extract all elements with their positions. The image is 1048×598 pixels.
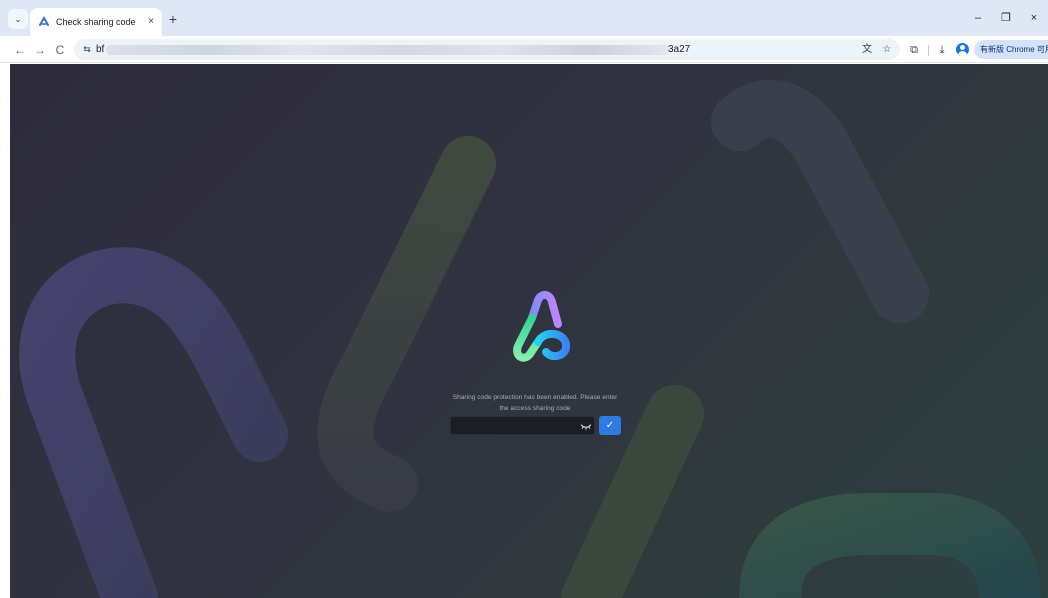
chevron-down-icon: ⌄ bbox=[14, 13, 22, 24]
page-content: Sharing code protection has been enabled… bbox=[10, 64, 1048, 598]
new-tab-button[interactable]: + bbox=[166, 12, 180, 26]
chrome-update-button[interactable]: 有新版 Chrome 可用 bbox=[974, 40, 1048, 59]
restore-button[interactable]: ❐ bbox=[992, 10, 1020, 26]
forward-button[interactable]: → bbox=[32, 42, 48, 58]
sharing-code-prompt: Sharing code protection has been enabled… bbox=[452, 394, 618, 412]
app-logo-icon bbox=[513, 291, 571, 362]
site-info-icon[interactable]: ⇆ bbox=[80, 43, 94, 56]
window-controls: – ❐ × bbox=[964, 10, 1048, 26]
tab-favicon-icon bbox=[39, 16, 49, 26]
translate-icon[interactable]: 文 bbox=[860, 43, 874, 56]
url-text-end: 3a27 bbox=[668, 44, 691, 55]
url-text-start: bf bbox=[96, 44, 105, 55]
browser-toolbar: ← → C ⇆ bf 3a27 文 ☆ ⧉ ⤓ 有新版 Chrome 可用 bbox=[0, 36, 1048, 63]
submit-code-button[interactable]: ✓ bbox=[599, 416, 621, 435]
star-icon[interactable]: ☆ bbox=[880, 43, 894, 56]
minimize-button[interactable]: – bbox=[964, 10, 992, 26]
address-bar[interactable]: ⇆ bf 3a27 文 ☆ bbox=[74, 39, 900, 60]
toolbar-divider bbox=[928, 45, 929, 56]
browser-tab[interactable]: Check sharing code × bbox=[30, 8, 162, 36]
url-redacted bbox=[106, 45, 670, 55]
reload-button[interactable]: C bbox=[52, 42, 68, 58]
tab-close-icon[interactable]: × bbox=[148, 17, 154, 27]
back-button[interactable]: ← bbox=[12, 42, 28, 58]
download-icon[interactable]: ⤓ bbox=[934, 42, 950, 58]
tab-search-button[interactable]: ⌄ bbox=[8, 9, 28, 29]
tab-strip: ⌄ Check sharing code × + – ❐ × bbox=[0, 0, 1048, 36]
close-window-button[interactable]: × bbox=[1020, 10, 1048, 26]
eye-closed-icon[interactable] bbox=[580, 420, 592, 432]
avatar-icon[interactable] bbox=[956, 43, 969, 56]
tab-title: Check sharing code bbox=[56, 17, 136, 27]
sharing-code-input[interactable] bbox=[450, 416, 595, 435]
puzzle-icon[interactable]: ⧉ bbox=[906, 42, 922, 58]
